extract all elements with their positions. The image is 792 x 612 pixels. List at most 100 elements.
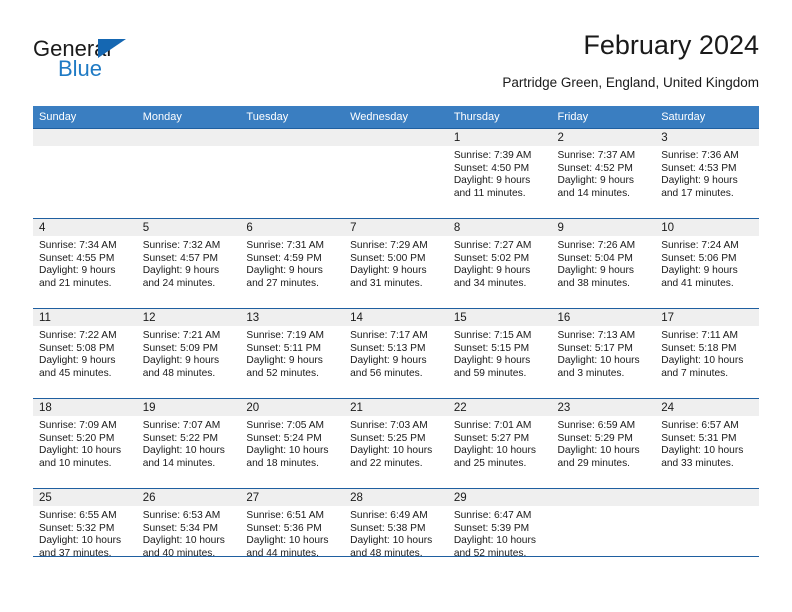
day-number: 25 — [33, 489, 137, 506]
day-details: Sunrise: 6:49 AM Sunset: 5:38 PM Daylight:… — [344, 506, 448, 560]
day-cell-empty — [136, 128, 241, 219]
day-detail-line: Sunrise: 7:39 AM — [453, 150, 532, 161]
day-details: Sunrise: 7:21 AM Sunset: 5:09 PM Daylight:… — [137, 326, 241, 380]
day-detail-line: and 41 minutes. — [661, 277, 734, 289]
day-cell-9[interactable]: 9 Sunrise: 7:26 AM Sunset: 5:04 PM Daylight… — [551, 218, 656, 309]
day-cell-8[interactable]: 8 Sunrise: 7:27 AM Sunset: 5:02 PM Daylight… — [447, 218, 552, 309]
day-cell-23[interactable]: 23 Sunrise: 6:59 AM Sunset: 5:29 PM Dayligh… — [551, 398, 656, 489]
day-number: 24 — [655, 399, 759, 416]
day-details: Sunrise: 6:53 AM Sunset: 5:34 PM Daylight:… — [137, 506, 241, 560]
day-detail-line: and 52 minutes. — [246, 367, 319, 379]
calendar-week-row: 18 Sunrise: 7:09 AM Sunset: 5:20 PM Dayligh… — [33, 398, 759, 489]
day-number: 8 — [447, 219, 552, 236]
day-details: Sunrise: 6:51 AM Sunset: 5:36 PM Daylight:… — [240, 506, 344, 560]
calendar-week-row: 11 Sunrise: 7:22 AM Sunset: 5:08 PM Dayligh… — [33, 308, 759, 399]
day-cell-15[interactable]: 15 Sunrise: 7:15 AM Sunset: 5:15 PM Dayligh… — [447, 308, 552, 399]
day-cell-21[interactable]: 21 Sunrise: 7:03 AM Sunset: 5:25 PM Dayligh… — [344, 398, 448, 489]
day-cell-5[interactable]: 5 Sunrise: 7:32 AM Sunset: 4:57 PM Daylight… — [136, 218, 241, 309]
day-number: 29 — [447, 489, 552, 506]
day-number: 14 — [344, 309, 448, 326]
day-number: 23 — [551, 399, 656, 416]
day-details: Sunrise: 7:39 AM Sunset: 4:50 PM Daylight:… — [448, 146, 552, 200]
day-cell-29[interactable]: 29 Sunrise: 6:47 AM Sunset: 5:39 PM Dayligh… — [447, 488, 552, 579]
day-detail-line: and 25 minutes. — [453, 457, 527, 469]
day-number: 20 — [240, 399, 345, 416]
day-cell-11[interactable]: 11 Sunrise: 7:22 AM Sunset: 5:08 PM Dayligh… — [33, 308, 137, 399]
day-detail-line: and 56 minutes. — [350, 367, 423, 379]
day-detail-line: Sunset: 5:25 PM — [350, 432, 426, 444]
day-cell-18[interactable]: 18 Sunrise: 7:09 AM Sunset: 5:20 PM Dayligh… — [33, 398, 137, 489]
day-detail-line: Sunset: 5:22 PM — [142, 432, 219, 444]
day-cell-13[interactable]: 13 Sunrise: 7:19 AM Sunset: 5:11 PM Dayligh… — [240, 308, 345, 399]
day-detail-line: Daylight: 10 hours — [142, 445, 225, 457]
calendar-week-row: 1 Sunrise: 7:39 AM Sunset: 4:50 PM Daylight… — [33, 128, 759, 219]
day-number: 12 — [136, 309, 241, 326]
weekday-header-wednesday: Wednesday — [344, 106, 448, 129]
day-detail-line: and 48 minutes. — [142, 367, 216, 379]
day-cell-6[interactable]: 6 Sunrise: 7:31 AM Sunset: 4:59 PM Daylight… — [240, 218, 345, 309]
day-detail-line: and 18 minutes. — [246, 457, 319, 469]
day-detail-line: Sunrise: 6:57 AM — [661, 420, 739, 431]
day-cell-24[interactable]: 24 Sunrise: 6:57 AM Sunset: 5:31 PM Dayligh… — [655, 398, 759, 489]
day-detail-line: Sunset: 5:31 PM — [661, 432, 737, 444]
day-detail-line: Sunrise: 6:59 AM — [557, 420, 636, 431]
day-detail-line: and 21 minutes. — [39, 277, 112, 289]
day-cell-27[interactable]: 27 Sunrise: 6:51 AM Sunset: 5:36 PM Dayligh… — [240, 488, 345, 579]
calendar-week-row: 25 Sunrise: 6:55 AM Sunset: 5:32 PM Dayligh… — [33, 488, 759, 579]
day-cell-17[interactable]: 17 Sunrise: 7:11 AM Sunset: 5:18 PM Dayligh… — [655, 308, 759, 399]
day-cell-25[interactable]: 25 Sunrise: 6:55 AM Sunset: 5:32 PM Dayligh… — [33, 488, 137, 579]
day-detail-line: Daylight: 10 hours — [453, 535, 536, 547]
weekday-header-thursday: Thursday — [447, 106, 552, 129]
day-detail-line: Sunset: 5:06 PM — [661, 252, 737, 264]
day-detail-line: Sunset: 5:38 PM — [350, 522, 426, 534]
day-detail-line: and 29 minutes. — [557, 457, 631, 469]
weekday-header-sunday: Sunday — [33, 106, 137, 129]
day-cell-20[interactable]: 20 Sunrise: 7:05 AM Sunset: 5:24 PM Dayligh… — [240, 398, 345, 489]
day-details: Sunrise: 6:59 AM Sunset: 5:29 PM Daylight:… — [552, 416, 656, 470]
day-details: Sunrise: 7:36 AM Sunset: 4:53 PM Daylight:… — [655, 146, 759, 200]
day-detail-line: Sunset: 4:57 PM — [142, 252, 219, 264]
day-detail-line: Sunset: 5:09 PM — [142, 342, 219, 354]
day-cell-10[interactable]: 10 Sunrise: 7:24 AM Sunset: 5:06 PM Dayligh… — [655, 218, 759, 309]
day-detail-line: Sunrise: 7:24 AM — [661, 240, 739, 251]
day-cell-7[interactable]: 7 Sunrise: 7:29 AM Sunset: 5:00 PM Daylight… — [344, 218, 448, 309]
day-cell-12[interactable]: 12 Sunrise: 7:21 AM Sunset: 5:09 PM Dayligh… — [136, 308, 241, 399]
day-cell-2[interactable]: 2 Sunrise: 7:37 AM Sunset: 4:52 PM Daylight… — [551, 128, 656, 219]
day-details: Sunrise: 7:09 AM Sunset: 5:20 PM Daylight:… — [33, 416, 137, 470]
day-cell-14[interactable]: 14 Sunrise: 7:17 AM Sunset: 5:13 PM Dayligh… — [344, 308, 448, 399]
day-detail-line: Daylight: 10 hours — [246, 535, 329, 547]
day-detail-line: Daylight: 9 hours — [246, 355, 323, 367]
day-cell-3[interactable]: 3 Sunrise: 7:36 AM Sunset: 4:53 PM Daylight… — [655, 128, 759, 219]
day-detail-line: Daylight: 10 hours — [661, 445, 744, 457]
day-details: Sunrise: 7:13 AM Sunset: 5:17 PM Daylight:… — [552, 326, 656, 380]
day-detail-line: Sunrise: 7:03 AM — [350, 420, 428, 431]
day-cell-empty — [655, 488, 759, 579]
day-detail-line: Sunset: 5:02 PM — [453, 252, 530, 264]
day-cell-28[interactable]: 28 Sunrise: 6:49 AM Sunset: 5:38 PM Dayligh… — [344, 488, 448, 579]
day-detail-line: Sunset: 5:13 PM — [350, 342, 426, 354]
day-cell-empty — [33, 128, 137, 219]
day-detail-line: Sunrise: 7:32 AM — [142, 240, 221, 251]
day-cell-19[interactable]: 19 Sunrise: 7:07 AM Sunset: 5:22 PM Dayligh… — [136, 398, 241, 489]
day-detail-line: and 34 minutes. — [453, 277, 527, 289]
weekday-header-saturday: Saturday — [655, 106, 759, 129]
day-number: 6 — [240, 219, 345, 236]
day-number — [344, 129, 448, 146]
day-detail-line: Sunset: 5:08 PM — [39, 342, 115, 354]
day-number — [33, 129, 137, 146]
page-title: February 2024 — [583, 30, 759, 60]
day-number: 9 — [551, 219, 656, 236]
day-number: 27 — [240, 489, 345, 506]
day-details: Sunrise: 6:57 AM Sunset: 5:31 PM Daylight:… — [655, 416, 759, 470]
day-cell-22[interactable]: 22 Sunrise: 7:01 AM Sunset: 5:27 PM Dayligh… — [447, 398, 552, 489]
day-number: 28 — [344, 489, 448, 506]
day-cell-16[interactable]: 16 Sunrise: 7:13 AM Sunset: 5:17 PM Dayligh… — [551, 308, 656, 399]
calendar-bottom-rule — [33, 556, 759, 557]
day-cell-1[interactable]: 1 Sunrise: 7:39 AM Sunset: 4:50 PM Daylight… — [447, 128, 552, 219]
day-cell-4[interactable]: 4 Sunrise: 7:34 AM Sunset: 4:55 PM Daylight… — [33, 218, 137, 309]
day-details: Sunrise: 7:03 AM Sunset: 5:25 PM Daylight:… — [344, 416, 448, 470]
day-detail-line: Daylight: 10 hours — [142, 535, 225, 547]
logo-text-blue: Blue — [58, 56, 103, 81]
day-number — [551, 489, 656, 506]
day-cell-26[interactable]: 26 Sunrise: 6:53 AM Sunset: 5:34 PM Dayligh… — [136, 488, 241, 579]
